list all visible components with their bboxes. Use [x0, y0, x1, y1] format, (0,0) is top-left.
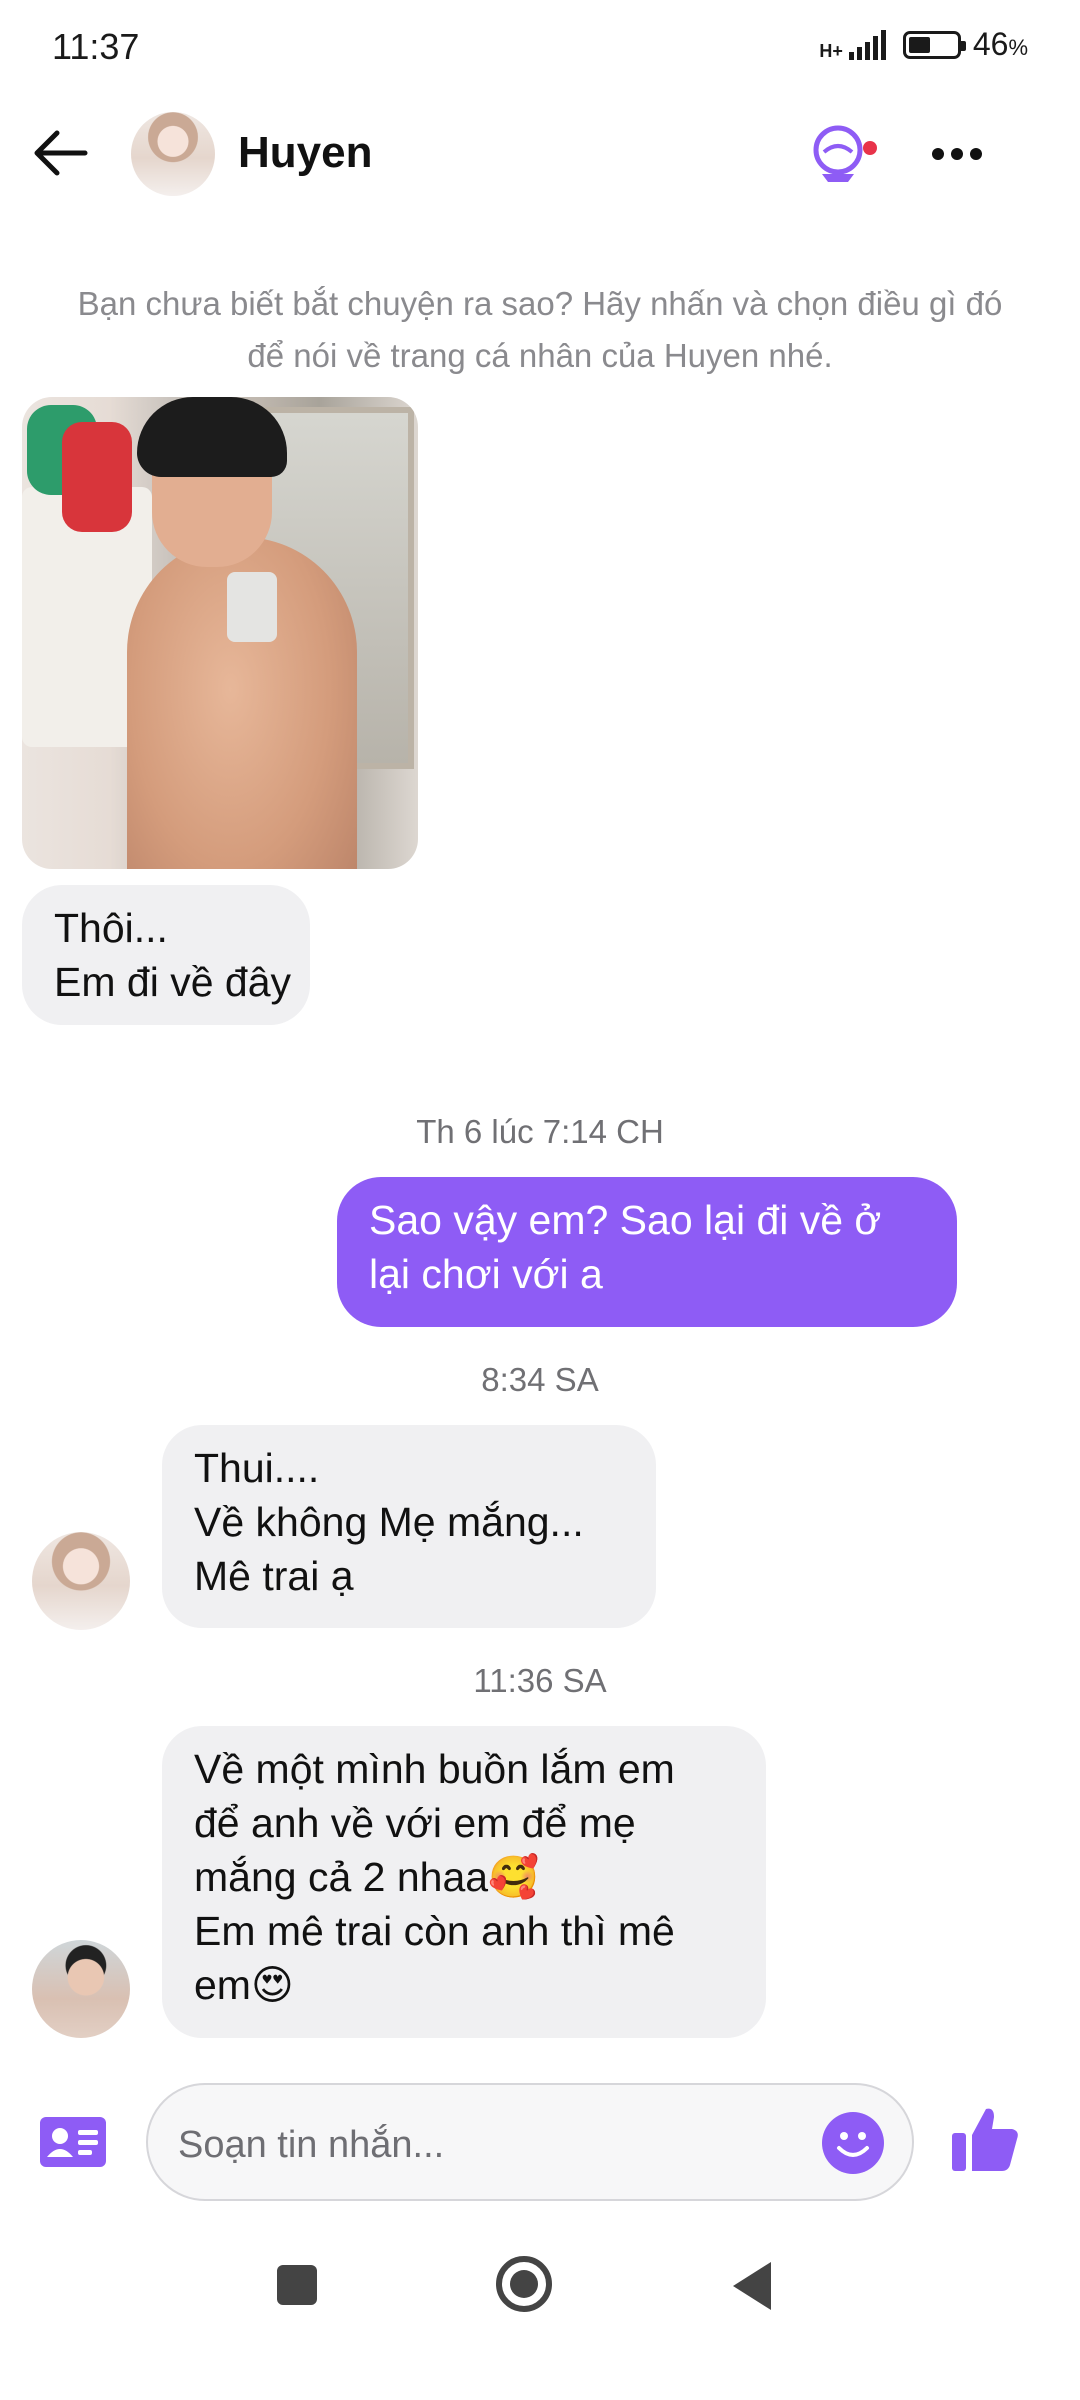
message-text: Thui....	[194, 1445, 320, 1491]
message-text: em😍	[194, 1962, 294, 2008]
message-text: lại chơi với a	[369, 1251, 603, 1297]
photo-phone	[227, 572, 277, 642]
status-icons: H+ 46%	[819, 26, 1028, 63]
thumbs-up-icon[interactable]	[950, 2105, 1020, 2173]
battery-percent: 46%	[972, 26, 1028, 62]
call-robot-icon[interactable]	[808, 122, 880, 186]
signal-icon	[848, 29, 886, 60]
message-text: Mê trai ạ	[194, 1553, 354, 1599]
status-time: 11:37	[52, 26, 140, 67]
message-text: để anh về với em để mẹ	[194, 1800, 636, 1846]
message-input-placeholder: Soạn tin nhắn...	[178, 2124, 445, 2166]
photo-red-cloth	[62, 422, 132, 532]
battery-icon	[902, 30, 966, 59]
message-text: mắng cả 2 nhaa🥰	[194, 1854, 540, 1900]
message-bubble-incoming[interactable]: Thui.... Về không Mẹ mắng... Mê trai ạ	[162, 1425, 656, 1628]
sender-avatar[interactable]	[32, 1532, 130, 1630]
back-arrow-icon[interactable]	[32, 130, 88, 176]
sender-avatar[interactable]	[32, 1940, 130, 2038]
message-bubble-outgoing[interactable]: Sao vậy em? Sao lại đi về ở lại chơi với…	[337, 1177, 957, 1327]
contact-card-icon[interactable]	[40, 2117, 106, 2167]
timestamp: Th 6 lúc 7:14 CH	[416, 1113, 664, 1150]
back-button[interactable]	[733, 2262, 771, 2310]
network-type-label: H+	[819, 40, 843, 61]
timestamp: 8:34 SA	[481, 1361, 599, 1398]
recent-apps-button[interactable]	[277, 2265, 317, 2305]
message-text: Em mê trai còn anh thì mê	[194, 1908, 675, 1954]
message-text: Về một mình buồn lắm em	[194, 1746, 675, 1792]
emoji-icon[interactable]	[822, 2112, 884, 2174]
message-text: Thôi...	[54, 905, 168, 951]
more-icon[interactable]	[930, 144, 984, 164]
network-indicator: H+	[819, 29, 891, 61]
message-text: Em đi về đây	[54, 959, 291, 1005]
message-bubble-incoming[interactable]: Thôi... Em đi về đây	[22, 885, 310, 1025]
timestamp: 11:36 SA	[473, 1662, 607, 1699]
message-bubble-incoming[interactable]: Về một mình buồn lắm em để anh về với em…	[162, 1726, 766, 2038]
message-text: Về không Mẹ mắng...	[194, 1499, 584, 1545]
battery-level	[908, 36, 930, 53]
contact-avatar[interactable]	[131, 112, 215, 196]
contact-name[interactable]: Huyen	[238, 128, 372, 178]
shared-photo[interactable]	[22, 397, 418, 869]
conversation-hint: Bạn chưa biết bắt chuyện ra sao? Hãy nhấ…	[77, 285, 1003, 374]
home-button-dot	[510, 2270, 538, 2298]
message-text: Sao vậy em? Sao lại đi về ở	[369, 1197, 882, 1243]
photo-person-hair	[137, 397, 287, 477]
